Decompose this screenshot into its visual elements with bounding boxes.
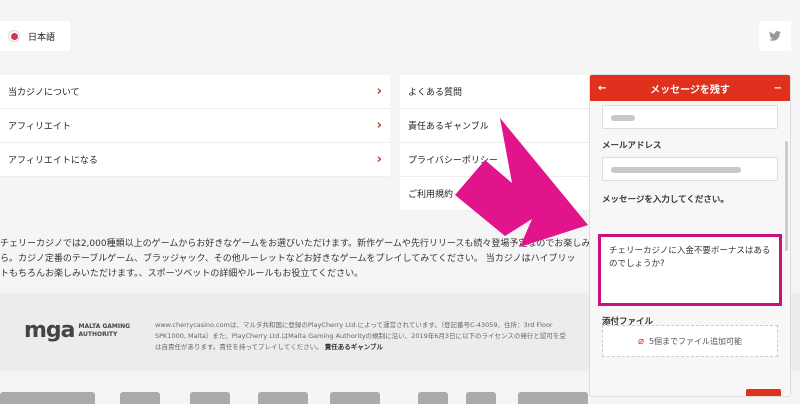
attachment-dropzone[interactable]: ⌀ 5個までファイル追加可能 (602, 325, 778, 357)
legal-line: SPK1000, Malta）また、PlayCherry Ltd.はMalta … (155, 332, 566, 340)
payment-logo (0, 392, 95, 404)
mga-logo[interactable]: mga MALTA GAMING AUTHORITY (24, 318, 130, 343)
link-label: よくある質問 (408, 88, 463, 98)
site-description: チェリーカジノでは2,000種類以上のゲームからお好きなゲームをお選びいただけま… (0, 237, 600, 282)
link-label: アフィリエイトになる (8, 156, 98, 166)
send-button[interactable]: 送信 (746, 389, 781, 396)
mga-text-line: MALTA GAMING (78, 322, 131, 330)
twitter-button[interactable] (759, 21, 791, 51)
back-arrow-icon[interactable]: ← (598, 83, 606, 94)
legal-line: は自責任があります。責任を持ってプレイしてください。 (155, 343, 323, 351)
legal-text: www.cherrycasino.comは、マルタ共和国に登録のPlayCher… (155, 320, 595, 353)
message-text: チェリーカジノに入金不要ボーナスはあるのでしょうか? (609, 246, 771, 269)
minimize-icon[interactable]: − (774, 83, 782, 94)
link-label: アフィリエイト (8, 122, 71, 132)
mga-text-line: AUTHORITY (78, 330, 118, 338)
responsible-gambling-link[interactable]: 責任あるギャンブル (325, 343, 383, 351)
link-label: プライバシーポリシー (408, 156, 498, 166)
chevron-right-icon: › (376, 118, 382, 133)
payment-logo (120, 392, 160, 404)
link-label: 当カジノについて (8, 88, 80, 98)
link-label: 責任あるギャンブル (408, 122, 489, 132)
link-label: ご利用規約 (408, 190, 454, 200)
footer-links-left: 当カジノについて › アフィリエイト › アフィリエイトになる › (0, 75, 390, 177)
chat-title: メッセージを残す (650, 84, 730, 96)
attachment-hint: 5個までファイル追加可能 (648, 336, 743, 346)
description-line: チェリーカジノでは2,000種類以上のゲームからお好きなゲームをお選びいただけま… (0, 239, 600, 249)
japan-flag-icon (8, 30, 20, 42)
chevron-right-icon: › (376, 84, 382, 99)
footer-links-right: よくある質問 責任あるギャンブル プライバシーポリシー ご利用規約 (400, 75, 590, 211)
twitter-icon (769, 31, 781, 41)
email-label: メールアドレス (602, 141, 662, 151)
message-label: メッセージを入力してください。 (602, 195, 729, 205)
payment-logo (466, 392, 496, 404)
language-selector[interactable]: 日本語 (0, 21, 70, 51)
link-privacy-policy[interactable]: プライバシーポリシー (400, 143, 590, 177)
link-responsible-gambling[interactable]: 責任あるギャンブル (400, 109, 590, 143)
page: 日本語 当カジノについて › アフィリエイト › アフィリエイトになる › よく… (0, 0, 800, 404)
paperclip-icon: ⌀ (637, 335, 644, 347)
payment-logo (518, 392, 588, 404)
link-affiliate[interactable]: アフィリエイト › (0, 109, 390, 143)
name-field[interactable] (602, 105, 778, 129)
payment-logo (418, 392, 448, 404)
legal-line: www.cherrycasino.comは、マルタ共和国に登録のPlayCher… (155, 321, 553, 329)
message-textarea[interactable]: チェリーカジノに入金不要ボーナスはあるのでしょうか? (598, 234, 782, 306)
chat-panel: ← メッセージを残す − メールアドレス メッセージを入力してください。 チェリ… (589, 74, 791, 397)
link-terms[interactable]: ご利用規約 (400, 177, 590, 211)
scrollbar[interactable] (785, 141, 788, 251)
description-line: ら。カジノ定番のテーブルゲーム、ブラッジャック、その他ルーレットなどお好きなゲー… (0, 254, 576, 264)
mga-text: MALTA GAMING AUTHORITY (79, 323, 131, 339)
link-about[interactable]: 当カジノについて › (0, 75, 390, 109)
email-field[interactable] (602, 157, 778, 181)
link-faq[interactable]: よくある質問 (400, 75, 590, 109)
payment-logo (330, 392, 380, 404)
language-label: 日本語 (28, 32, 56, 43)
redacted-value (611, 115, 635, 121)
redacted-value (611, 167, 741, 173)
description-line: トもちろんお楽しみいただけます。、スポーツベットの詳細やルールもお役立てください… (0, 269, 364, 279)
mga-mark: mga (24, 318, 76, 343)
chat-header: ← メッセージを残す − (590, 75, 790, 101)
link-become-affiliate[interactable]: アフィリエイトになる › (0, 143, 390, 177)
payment-logo (258, 392, 308, 404)
chat-form: メールアドレス メッセージを入力してください。 チェリーカジノに入金不要ボーナス… (590, 101, 790, 396)
chevron-right-icon: › (376, 152, 382, 167)
payment-logo (190, 392, 230, 404)
